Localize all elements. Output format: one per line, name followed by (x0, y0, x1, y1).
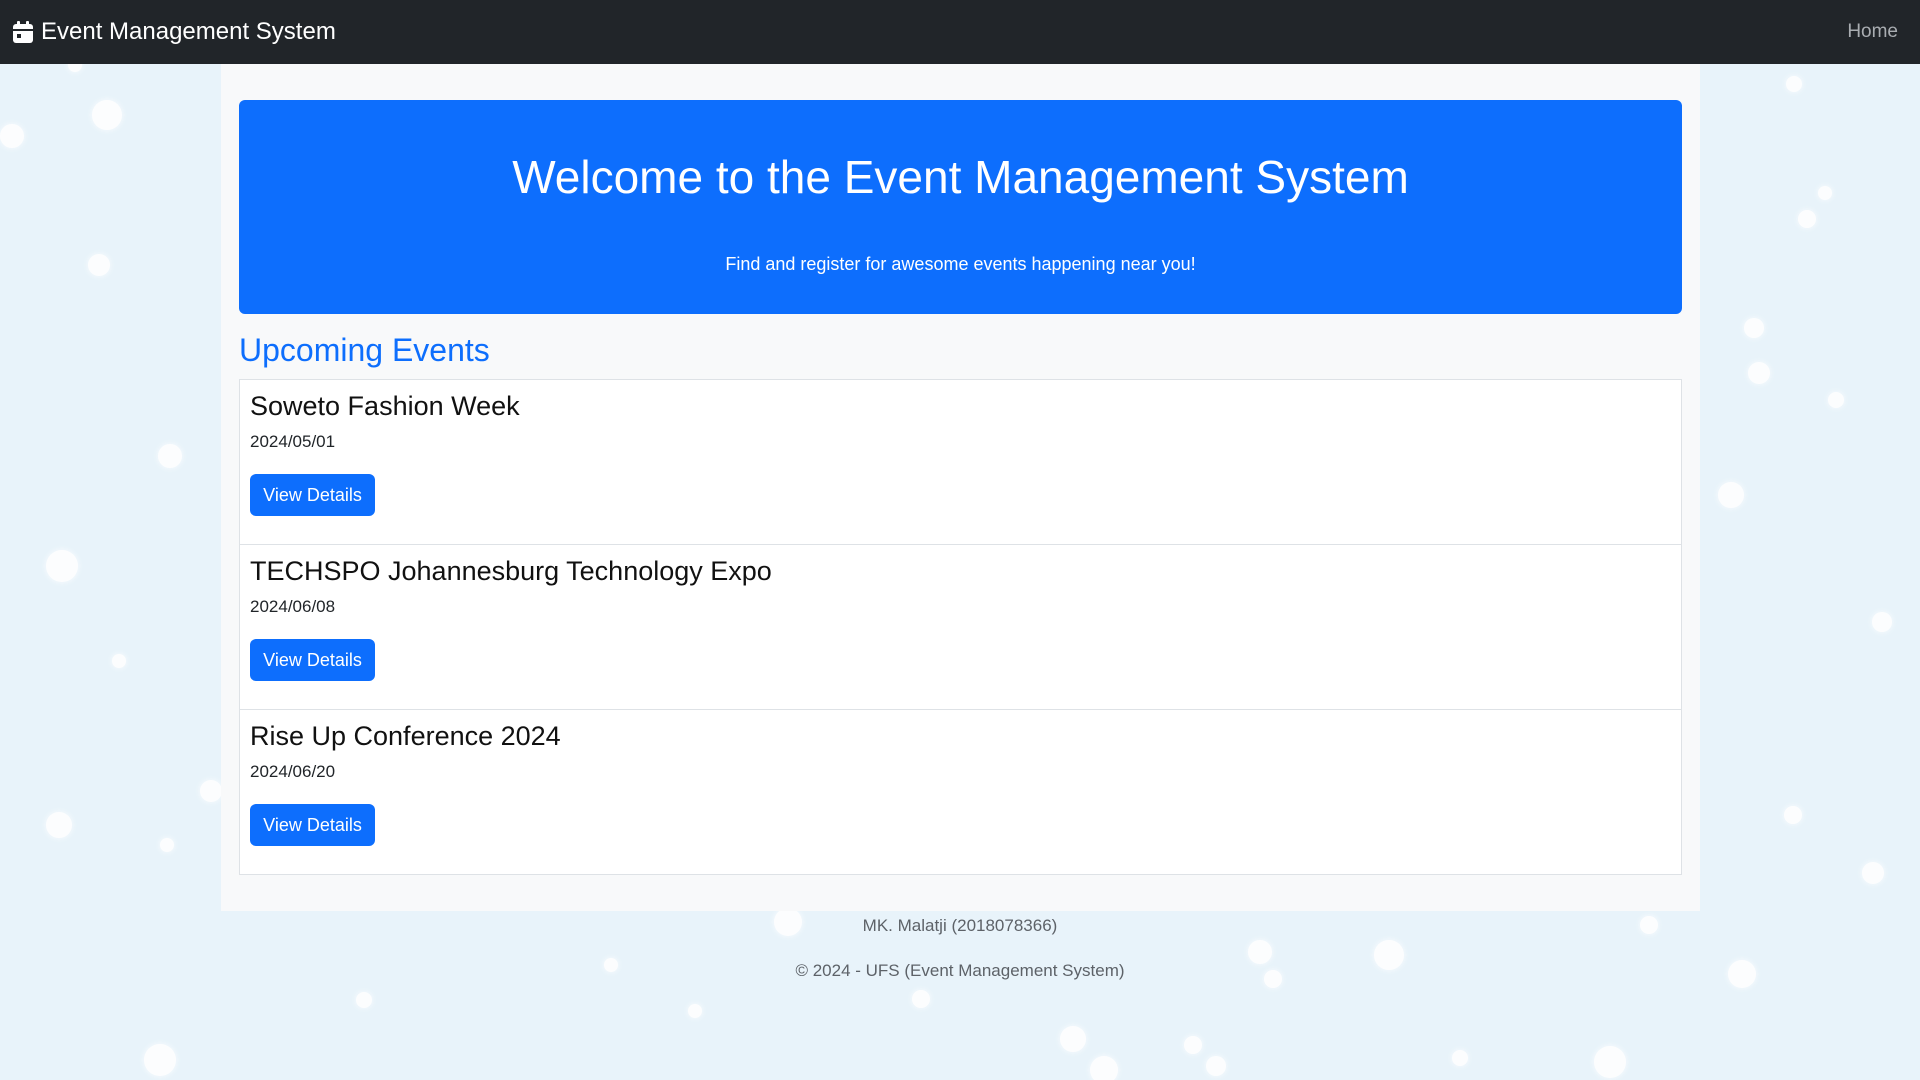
event-date: 2024/05/01 (250, 432, 336, 451)
nav-home-link[interactable]: Home (1847, 21, 1898, 43)
view-details-button[interactable]: View Details (250, 639, 375, 681)
event-list: Soweto Fashion Week 2024/05/01 View Deta… (239, 379, 1682, 875)
hero-title: Welcome to the Event Management System (512, 151, 1409, 203)
event-title: Soweto Fashion Week (250, 391, 520, 421)
hero-subtitle: Find and register for awesome events hap… (725, 254, 1196, 274)
hero-banner: Welcome to the Event Management System F… (239, 100, 1682, 314)
footer-copyright: © 2024 - UFS (Event Management System) (795, 961, 1125, 980)
event-item: Soweto Fashion Week 2024/05/01 View Deta… (240, 380, 1681, 545)
view-details-button[interactable]: View Details (250, 804, 375, 846)
brand-link[interactable]: Event Management System (13, 18, 336, 46)
top-navbar: Event Management System Home (0, 0, 1920, 64)
view-details-button[interactable]: View Details (250, 474, 375, 516)
event-item: TECHSPO Johannesburg Technology Expo 202… (240, 545, 1681, 710)
main-container: Welcome to the Event Management System F… (221, 64, 1700, 911)
brand-title: Event Management System (41, 18, 336, 45)
footer-author: MK. Malatji (2018078366) (862, 916, 1058, 935)
event-title: Rise Up Conference 2024 (250, 721, 561, 751)
event-date: 2024/06/20 (250, 762, 336, 781)
calendar-icon (13, 21, 33, 43)
event-title: TECHSPO Johannesburg Technology Expo (250, 556, 772, 586)
upcoming-events-heading: Upcoming Events (239, 332, 490, 368)
event-item: Rise Up Conference 2024 2024/06/20 View … (240, 710, 1681, 875)
event-date: 2024/06/08 (250, 597, 336, 616)
